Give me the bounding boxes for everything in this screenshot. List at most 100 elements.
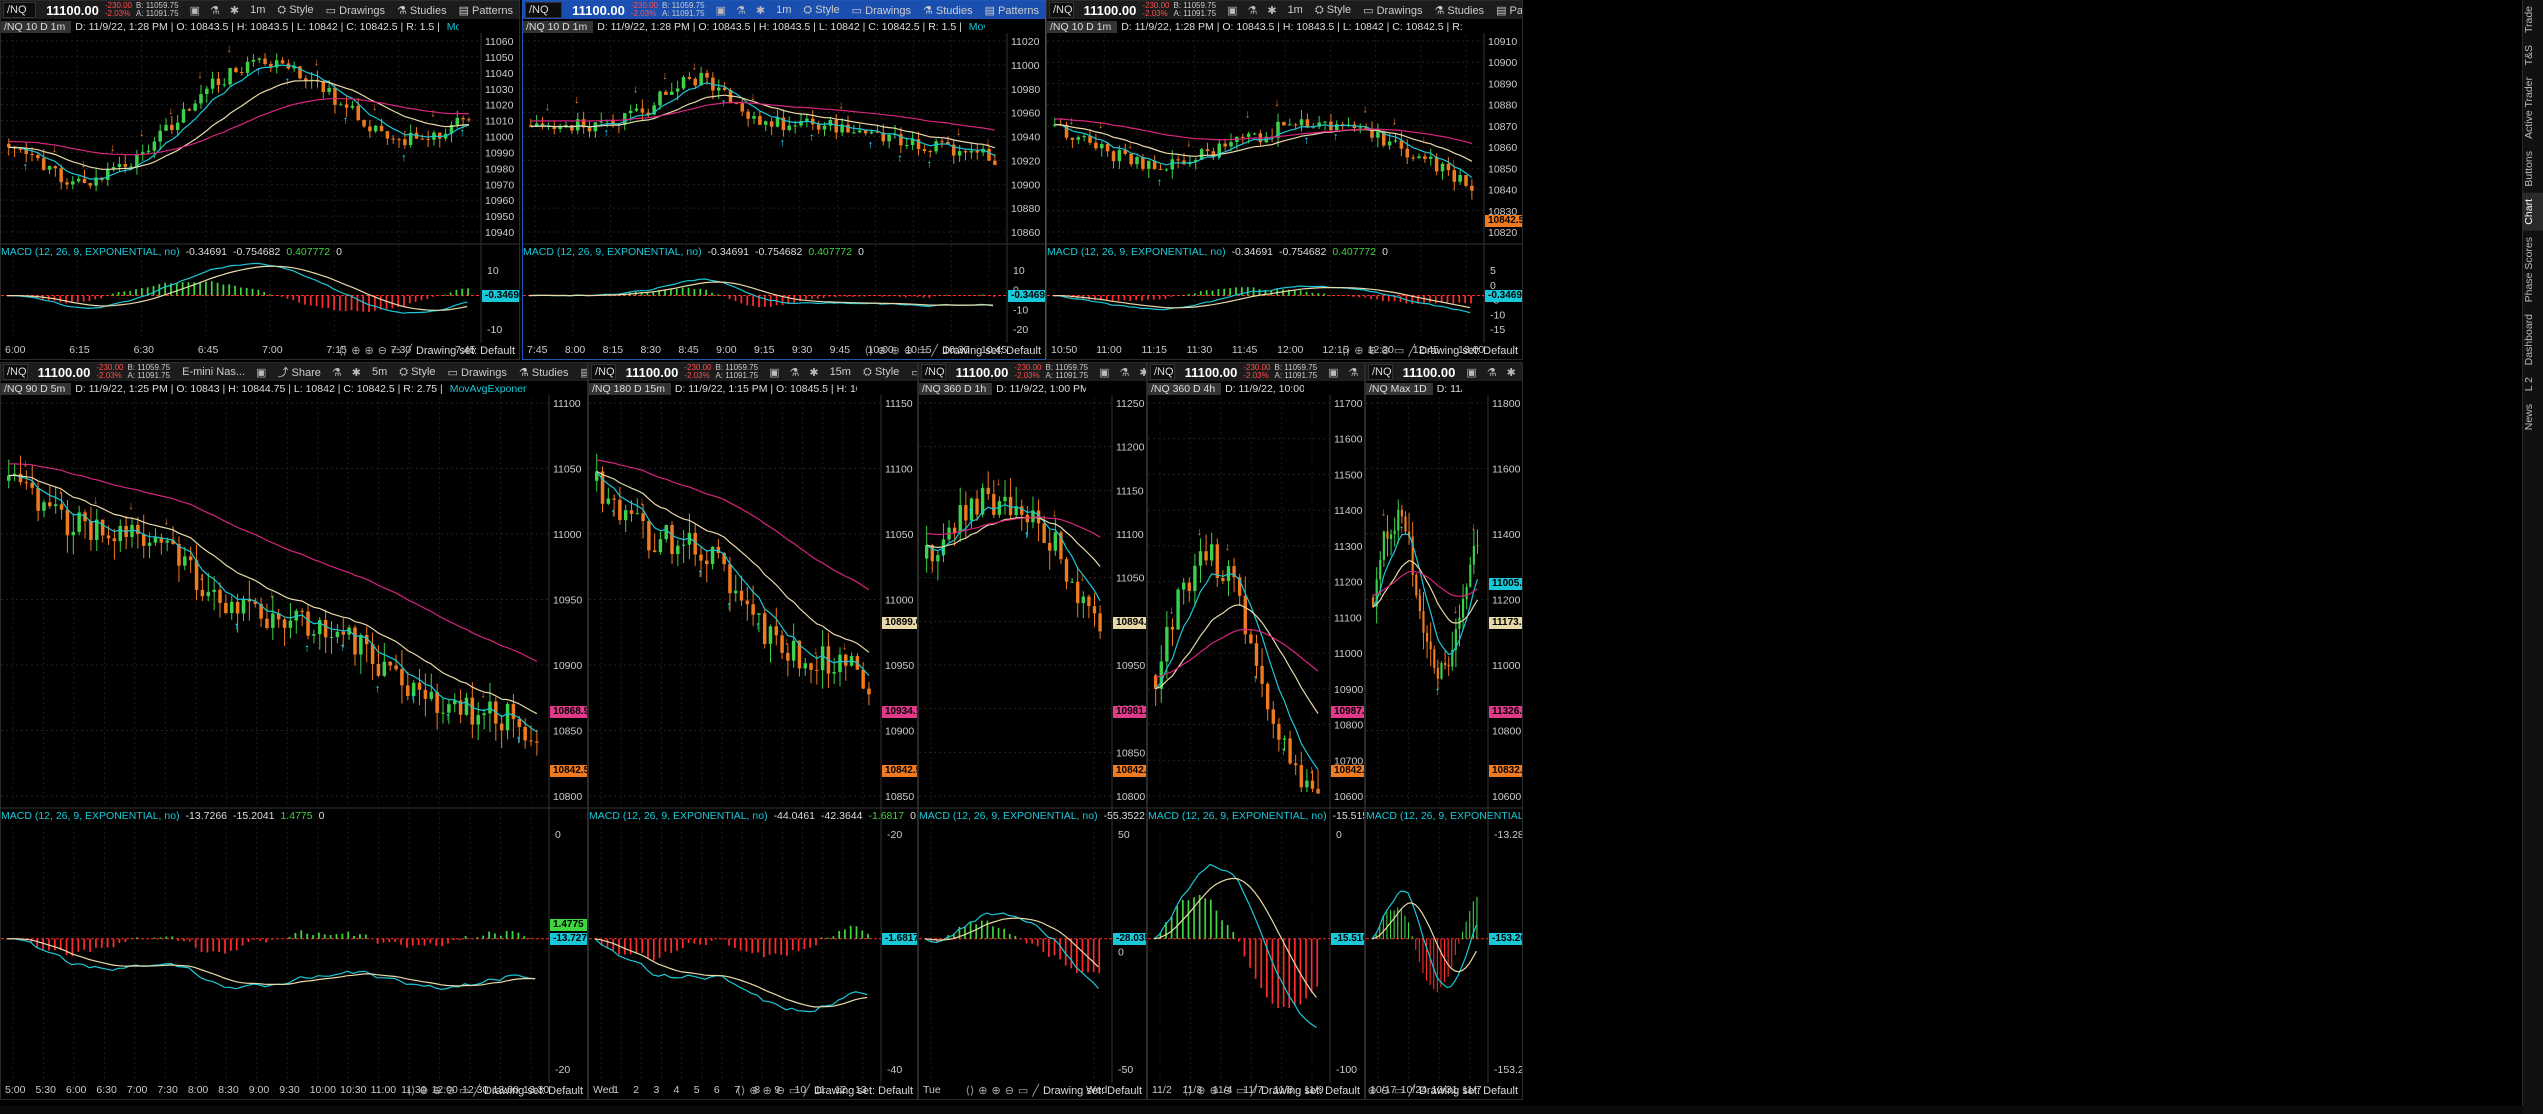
zoom-box-icon[interactable]: ▭ (1236, 1085, 1246, 1097)
drawing-set-selector[interactable]: Drawing set: Default (1419, 1085, 1518, 1097)
pan-icon[interactable]: ⟨⟩ (407, 1085, 416, 1097)
macd-histogram-bar (855, 926, 858, 939)
pan-icon[interactable]: ⟨⟩ (339, 345, 348, 357)
sidebar-tab-active-trader[interactable]: Active Trader (2523, 71, 2543, 145)
draw-line-icon[interactable]: ╱ (1032, 1085, 1039, 1097)
price-chart-svg[interactable]: 11060 11050 11040 11030 11020 11010 11000 10990… (1, 1, 520, 360)
zoom-box-icon[interactable]: ▭ (917, 345, 927, 357)
zoom-in-icon[interactable]: ⊕ (364, 345, 373, 357)
zoom-out-icon[interactable]: ⊖ (1005, 1085, 1014, 1097)
price-tag: 10987.57 (1331, 706, 1364, 719)
zoom-in-icon[interactable]: ⊕ (991, 1085, 1000, 1097)
macd-histogram-bar (1221, 920, 1223, 939)
chart-panel-2[interactable]: /NQ 11100.00 -230.00 -2.03% B: 11059.75 A: 11… (522, 0, 1046, 360)
zoom-in-icon[interactable]: ⊕ (1367, 1085, 1376, 1097)
zoom-in-icon[interactable]: ⊕ (762, 1085, 771, 1097)
draw-line-icon[interactable]: ╱ (1250, 1085, 1257, 1097)
crosshair-icon[interactable]: ⊕ (877, 345, 886, 357)
price-chart-svg[interactable]: 1125011200111501110011050110001095010900… (919, 363, 1147, 1100)
draw-line-icon[interactable]: ╱ (1408, 345, 1415, 357)
macd-histogram-bar (194, 938, 197, 948)
zoom-in-icon[interactable]: ⊕ (1209, 1085, 1218, 1097)
macd-histogram-bar (739, 938, 742, 951)
price-chart-svg[interactable]: 11100 11050 11000 10950 10900 10850 10800 5:00 5… (1, 363, 588, 1100)
macd-histogram-bar (746, 295, 749, 306)
signal-line (528, 281, 994, 306)
y-tick-label: 11040 (485, 68, 514, 80)
pan-icon[interactable]: ⟨⟩ (1184, 1085, 1193, 1097)
pan-icon[interactable]: ⟨⟩ (865, 345, 874, 357)
draw-line-icon[interactable]: ╱ (473, 1085, 480, 1097)
draw-line-icon[interactable]: ╱ (931, 345, 938, 357)
price-chart-svg[interactable]: 11020 11000 10980 10960 10940 10920 10900 10880… (523, 1, 1046, 360)
zoom-box-icon[interactable]: ▭ (391, 345, 401, 357)
chart-panel-8[interactable]: /NQ11100.00▣⚗✱⛭ Style✎⚗▤/NQ Max 1D D: 11… (1365, 362, 1523, 1100)
macd-value-m4: 0 (318, 810, 325, 822)
y-tick-label: 11200 (1334, 577, 1363, 589)
sell-arrow: ↓ (545, 101, 551, 113)
chart-panel-6[interactable]: /NQ 11100.00 -230.00 -2.03% B: 11059.75 A: 11… (918, 362, 1147, 1100)
zoom-box-icon[interactable]: ▭ (1018, 1085, 1028, 1097)
zoom-in-icon[interactable]: ⊕ (432, 1085, 441, 1097)
macd-histogram-bar (658, 938, 661, 958)
macd-histogram-bar (1226, 925, 1229, 939)
zoom-out-icon[interactable]: ⊖ (446, 1085, 455, 1097)
drawing-set-selector[interactable]: Drawing set: Default (1261, 1085, 1360, 1097)
crosshair-icon[interactable]: ⊕ (419, 1085, 428, 1097)
crosshair-icon[interactable]: ⊕ (749, 1085, 758, 1097)
zoom-out-icon[interactable]: ⊖ (378, 345, 387, 357)
zoom-box-icon[interactable]: ▭ (459, 1085, 469, 1097)
crosshair-icon[interactable]: ⊕ (1196, 1085, 1205, 1097)
draw-line-icon[interactable]: ╱ (1408, 1085, 1415, 1097)
crosshair-icon[interactable]: ⊕ (351, 345, 360, 357)
candle-body (768, 626, 773, 644)
zoom-out-icon[interactable]: ⊖ (1381, 1085, 1390, 1097)
candle-body (205, 88, 209, 95)
price-chart-svg[interactable]: 11700 11600 11500 11400 11300 11200 11100 11000… (1148, 363, 1365, 1100)
chart-panel-3[interactable]: /NQ 11100.00 -230.00 -2.03% B: 11059.75 A: 11… (1046, 0, 1523, 360)
candle-body (1277, 723, 1281, 740)
chart-panel-7[interactable]: /NQ 11100.00 -230.00 -2.03% B: 11059.75 A: 11… (1147, 362, 1365, 1100)
sidebar-tab-trade[interactable]: Trade (2523, 0, 2543, 39)
chart-panel-1[interactable]: /NQ 11100.00 -230.00 -2.03% B: 11059.75 A: 11… (0, 0, 520, 360)
zoom-out-icon[interactable]: ⊖ (904, 345, 913, 357)
candle-body (820, 646, 825, 671)
price-chart-svg[interactable]: 1180011600114001120011000108001060010/17… (1366, 363, 1523, 1100)
candle-body (1358, 127, 1363, 129)
macd-histogram-bar (65, 295, 67, 304)
drawing-set-selector[interactable]: Drawing set: Default (484, 1085, 583, 1097)
drawing-set-selector[interactable]: Drawing set: Default (942, 345, 1041, 357)
price-chart-svg[interactable]: 10910 10900 10890 10880 10870 10860 10850 10840… (1047, 1, 1523, 360)
draw-line-icon[interactable]: ╱ (405, 345, 412, 357)
drawing-set-selector[interactable]: Drawing set: Default (1043, 1085, 1142, 1097)
chart-panel-5[interactable]: /NQ 11100.00 -230.00 -2.03% B: 11059.75 A: 11… (588, 362, 918, 1100)
crosshair-icon[interactable]: ⊕ (978, 1085, 987, 1097)
pan-icon[interactable]: ⟨⟩ (966, 1085, 975, 1097)
candle-body (745, 600, 750, 605)
zoom-out-icon[interactable]: ⊖ (776, 1085, 785, 1097)
sidebar-tab-phase-scores[interactable]: Phase Scores (2523, 231, 2543, 308)
drawing-set-selector[interactable]: Drawing set: Default (416, 345, 515, 357)
sidebar-tab-chart[interactable]: Chart (2523, 192, 2543, 231)
sidebar-tab-buttons[interactable]: Buttons (2523, 145, 2543, 193)
sidebar-tab-l-2[interactable]: L 2 (2523, 371, 2543, 397)
price-chart-svg[interactable]: 11150 11100 11050 11000 10950 10900 10850 Wed1 2… (589, 363, 918, 1100)
pan-icon[interactable]: ⟨⟩ (1342, 345, 1351, 357)
buy-arrow: ↑ (1024, 529, 1030, 541)
zoom-in-icon[interactable]: ⊕ (1367, 345, 1376, 357)
pan-icon[interactable]: ⟨⟩ (737, 1085, 746, 1097)
zoom-box-icon[interactable]: ▭ (789, 1085, 799, 1097)
drawing-set-selector[interactable]: Drawing set: Default (1419, 345, 1518, 357)
drawing-set-selector[interactable]: Drawing set: Default (814, 1085, 913, 1097)
sidebar-tab-t-s[interactable]: T&S (2523, 39, 2543, 71)
sidebar-tab-dashboard[interactable]: Dashboard (2523, 308, 2543, 371)
zoom-out-icon[interactable]: ⊖ (1381, 345, 1390, 357)
zoom-out-icon[interactable]: ⊖ (1223, 1085, 1232, 1097)
sidebar-tab-news[interactable]: News (2523, 398, 2543, 436)
zoom-in-icon[interactable]: ⊕ (890, 345, 899, 357)
chart-panel-4[interactable]: /NQ 11100.00 -230.00 -2.03% B: 11059.75 A: 11… (0, 362, 588, 1100)
zoom-box-icon[interactable]: ▭ (1394, 1085, 1404, 1097)
crosshair-icon[interactable]: ⊕ (1354, 345, 1363, 357)
zoom-box-icon[interactable]: ▭ (1394, 345, 1404, 357)
draw-line-icon[interactable]: ╱ (803, 1085, 810, 1097)
